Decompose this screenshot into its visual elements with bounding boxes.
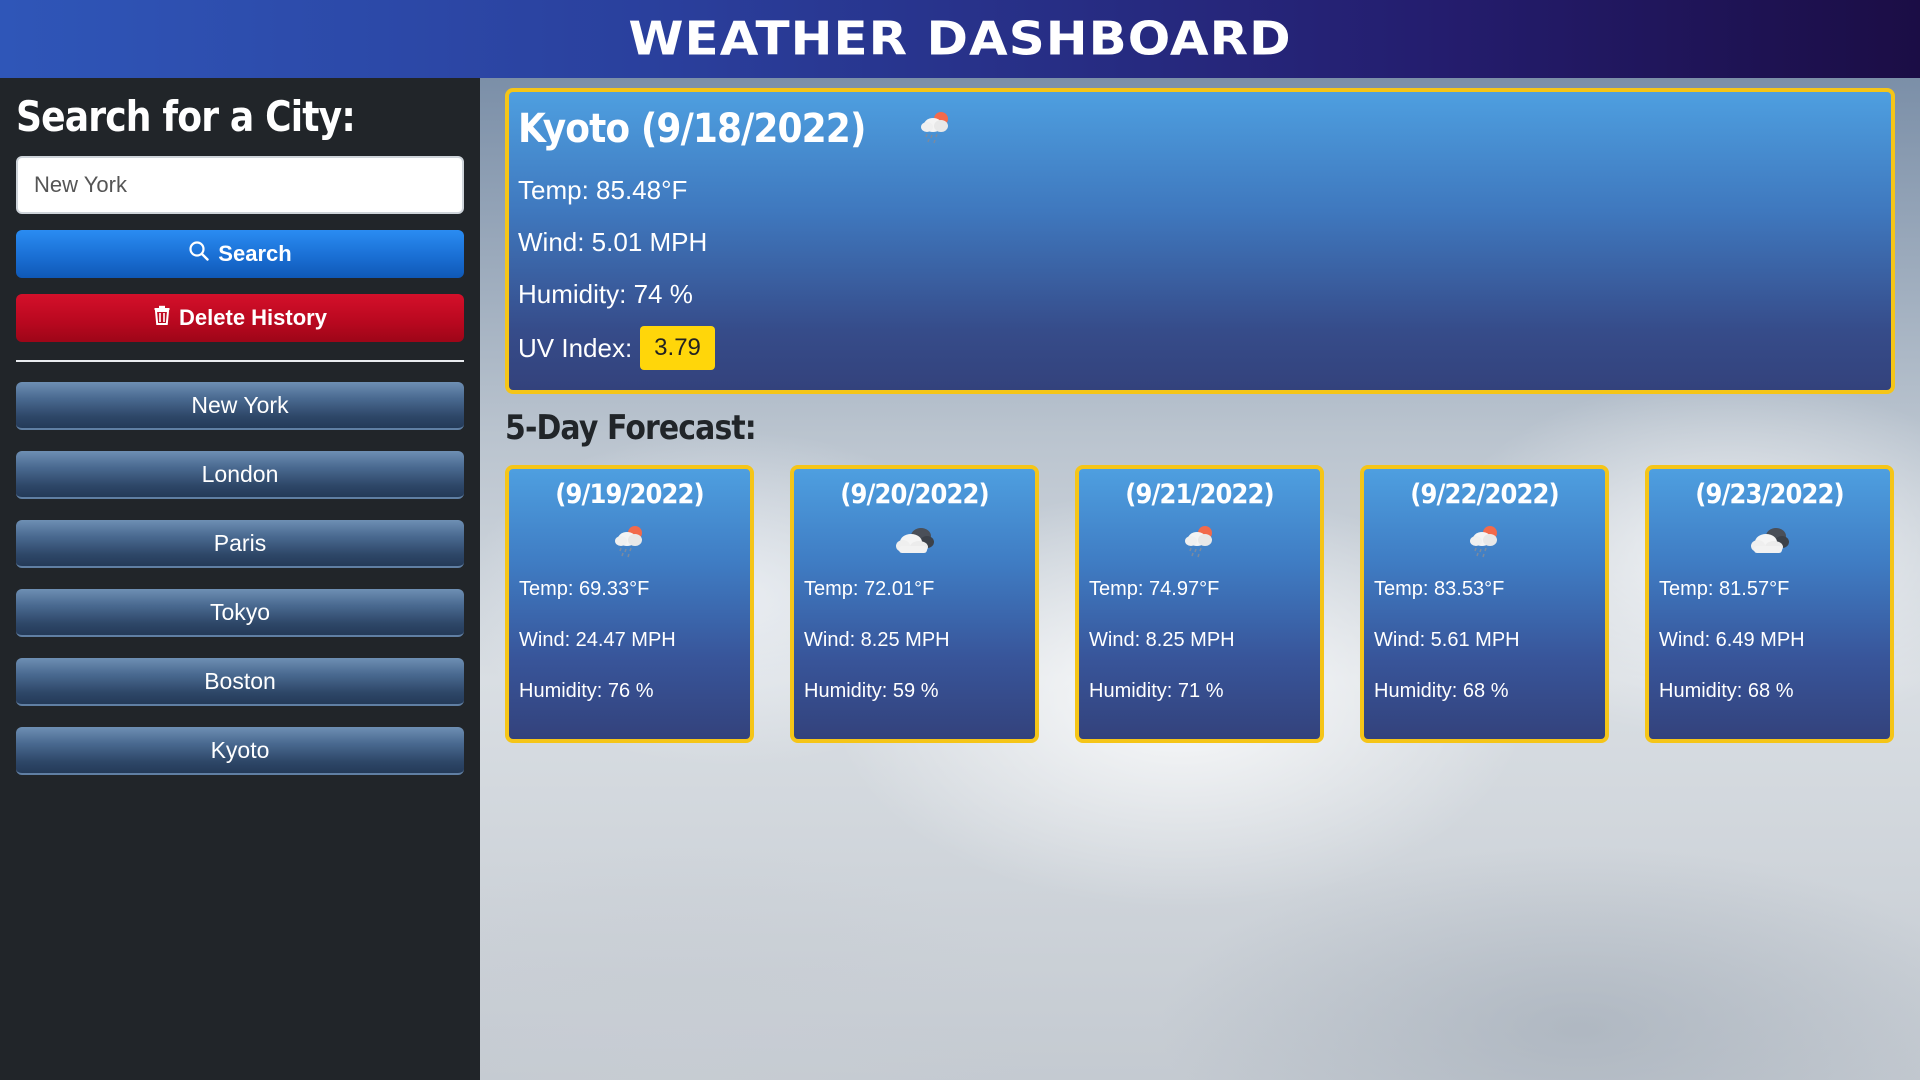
forecast-date: (9/20/2022) xyxy=(840,479,989,510)
forecast-temp: Temp: 72.01°F xyxy=(804,578,935,600)
forecast-date: (9/19/2022) xyxy=(555,479,704,510)
search-icon xyxy=(188,240,210,268)
history-button-boston[interactable]: Boston xyxy=(16,658,464,706)
divider xyxy=(16,360,464,362)
forecast-humidity: Humidity: 76 % xyxy=(519,680,654,702)
rain-cloud-sun-icon xyxy=(1180,522,1220,560)
forecast-card: (9/23/2022) Temp: 81.57°F Wind: 6.49 MPH… xyxy=(1645,465,1894,743)
cloud-icon xyxy=(893,522,937,560)
page-title: WEATHER DASHBOARD xyxy=(628,12,1292,66)
forecast-date: (9/22/2022) xyxy=(1410,479,1559,510)
search-button[interactable]: Search xyxy=(16,230,464,278)
forecast-row: (9/19/2022) Temp: 69.33°F Wind: 24.47 MP… xyxy=(505,465,1895,743)
cloud-icon xyxy=(1748,522,1792,560)
forecast-humidity: Humidity: 68 % xyxy=(1659,680,1794,702)
forecast-wind: Wind: 5.61 MPH xyxy=(1374,629,1520,651)
forecast-wind: Wind: 24.47 MPH xyxy=(519,629,676,651)
rain-cloud-sun-icon xyxy=(1465,522,1505,560)
forecast-humidity: Humidity: 71 % xyxy=(1089,680,1224,702)
main-content: Kyoto (9/18/2022) Temp: 85.48°F Wind: 5.… xyxy=(480,78,1920,1080)
search-history-list: New York London Paris Tokyo Boston Kyoto xyxy=(16,382,464,775)
forecast-temp: Temp: 74.97°F xyxy=(1089,578,1220,600)
forecast-card: (9/22/2022) Temp: 83.53°F Wind: 5.61 MPH… xyxy=(1360,465,1609,743)
current-weather-card: Kyoto (9/18/2022) Temp: 85.48°F Wind: 5.… xyxy=(505,88,1895,394)
forecast-wind: Wind: 8.25 MPH xyxy=(804,629,950,651)
forecast-temp: Temp: 69.33°F xyxy=(519,578,650,600)
history-button-paris[interactable]: Paris xyxy=(16,520,464,568)
current-humidity: Humidity: 74 % xyxy=(518,279,693,309)
forecast-humidity: Humidity: 59 % xyxy=(804,680,939,702)
history-button-new-york[interactable]: New York xyxy=(16,382,464,430)
forecast-title: 5-Day Forecast: xyxy=(505,408,757,448)
uv-index-badge: 3.79 xyxy=(640,326,715,370)
current-temp: Temp: 85.48°F xyxy=(518,175,688,205)
trash-icon xyxy=(153,305,171,331)
forecast-temp: Temp: 81.57°F xyxy=(1659,578,1790,600)
forecast-card: (9/19/2022) Temp: 69.33°F Wind: 24.47 MP… xyxy=(505,465,754,743)
forecast-wind: Wind: 8.25 MPH xyxy=(1089,629,1235,651)
forecast-humidity: Humidity: 68 % xyxy=(1374,680,1509,702)
uv-index-row: UV Index: 3.79 xyxy=(518,326,1882,370)
history-button-kyoto[interactable]: Kyoto xyxy=(16,727,464,775)
delete-history-button[interactable]: Delete History xyxy=(16,294,464,342)
history-button-tokyo[interactable]: Tokyo xyxy=(16,589,464,637)
rain-cloud-sun-icon xyxy=(916,108,956,151)
forecast-date: (9/21/2022) xyxy=(1125,479,1274,510)
history-button-london[interactable]: London xyxy=(16,451,464,499)
forecast-card: (9/20/2022) Temp: 72.01°F Wind: 8.25 MPH… xyxy=(790,465,1039,743)
rain-cloud-sun-icon xyxy=(610,522,650,560)
delete-history-label: Delete History xyxy=(179,305,327,330)
forecast-wind: Wind: 6.49 MPH xyxy=(1659,629,1805,651)
app-header: WEATHER DASHBOARD xyxy=(0,0,1920,78)
sidebar: Search for a City: Search Delete History… xyxy=(0,78,480,1080)
forecast-temp: Temp: 83.53°F xyxy=(1374,578,1505,600)
city-search-input[interactable] xyxy=(16,156,464,214)
current-city-title: Kyoto (9/18/2022) xyxy=(518,106,866,152)
uv-index-label: UV Index: xyxy=(518,332,633,363)
search-button-label: Search xyxy=(218,241,292,266)
search-heading: Search for a City: xyxy=(16,92,356,141)
forecast-date: (9/23/2022) xyxy=(1695,479,1844,510)
current-wind: Wind: 5.01 MPH xyxy=(518,227,708,257)
forecast-card: (9/21/2022) Temp: 74.97°F Wind: 8.25 MPH… xyxy=(1075,465,1324,743)
